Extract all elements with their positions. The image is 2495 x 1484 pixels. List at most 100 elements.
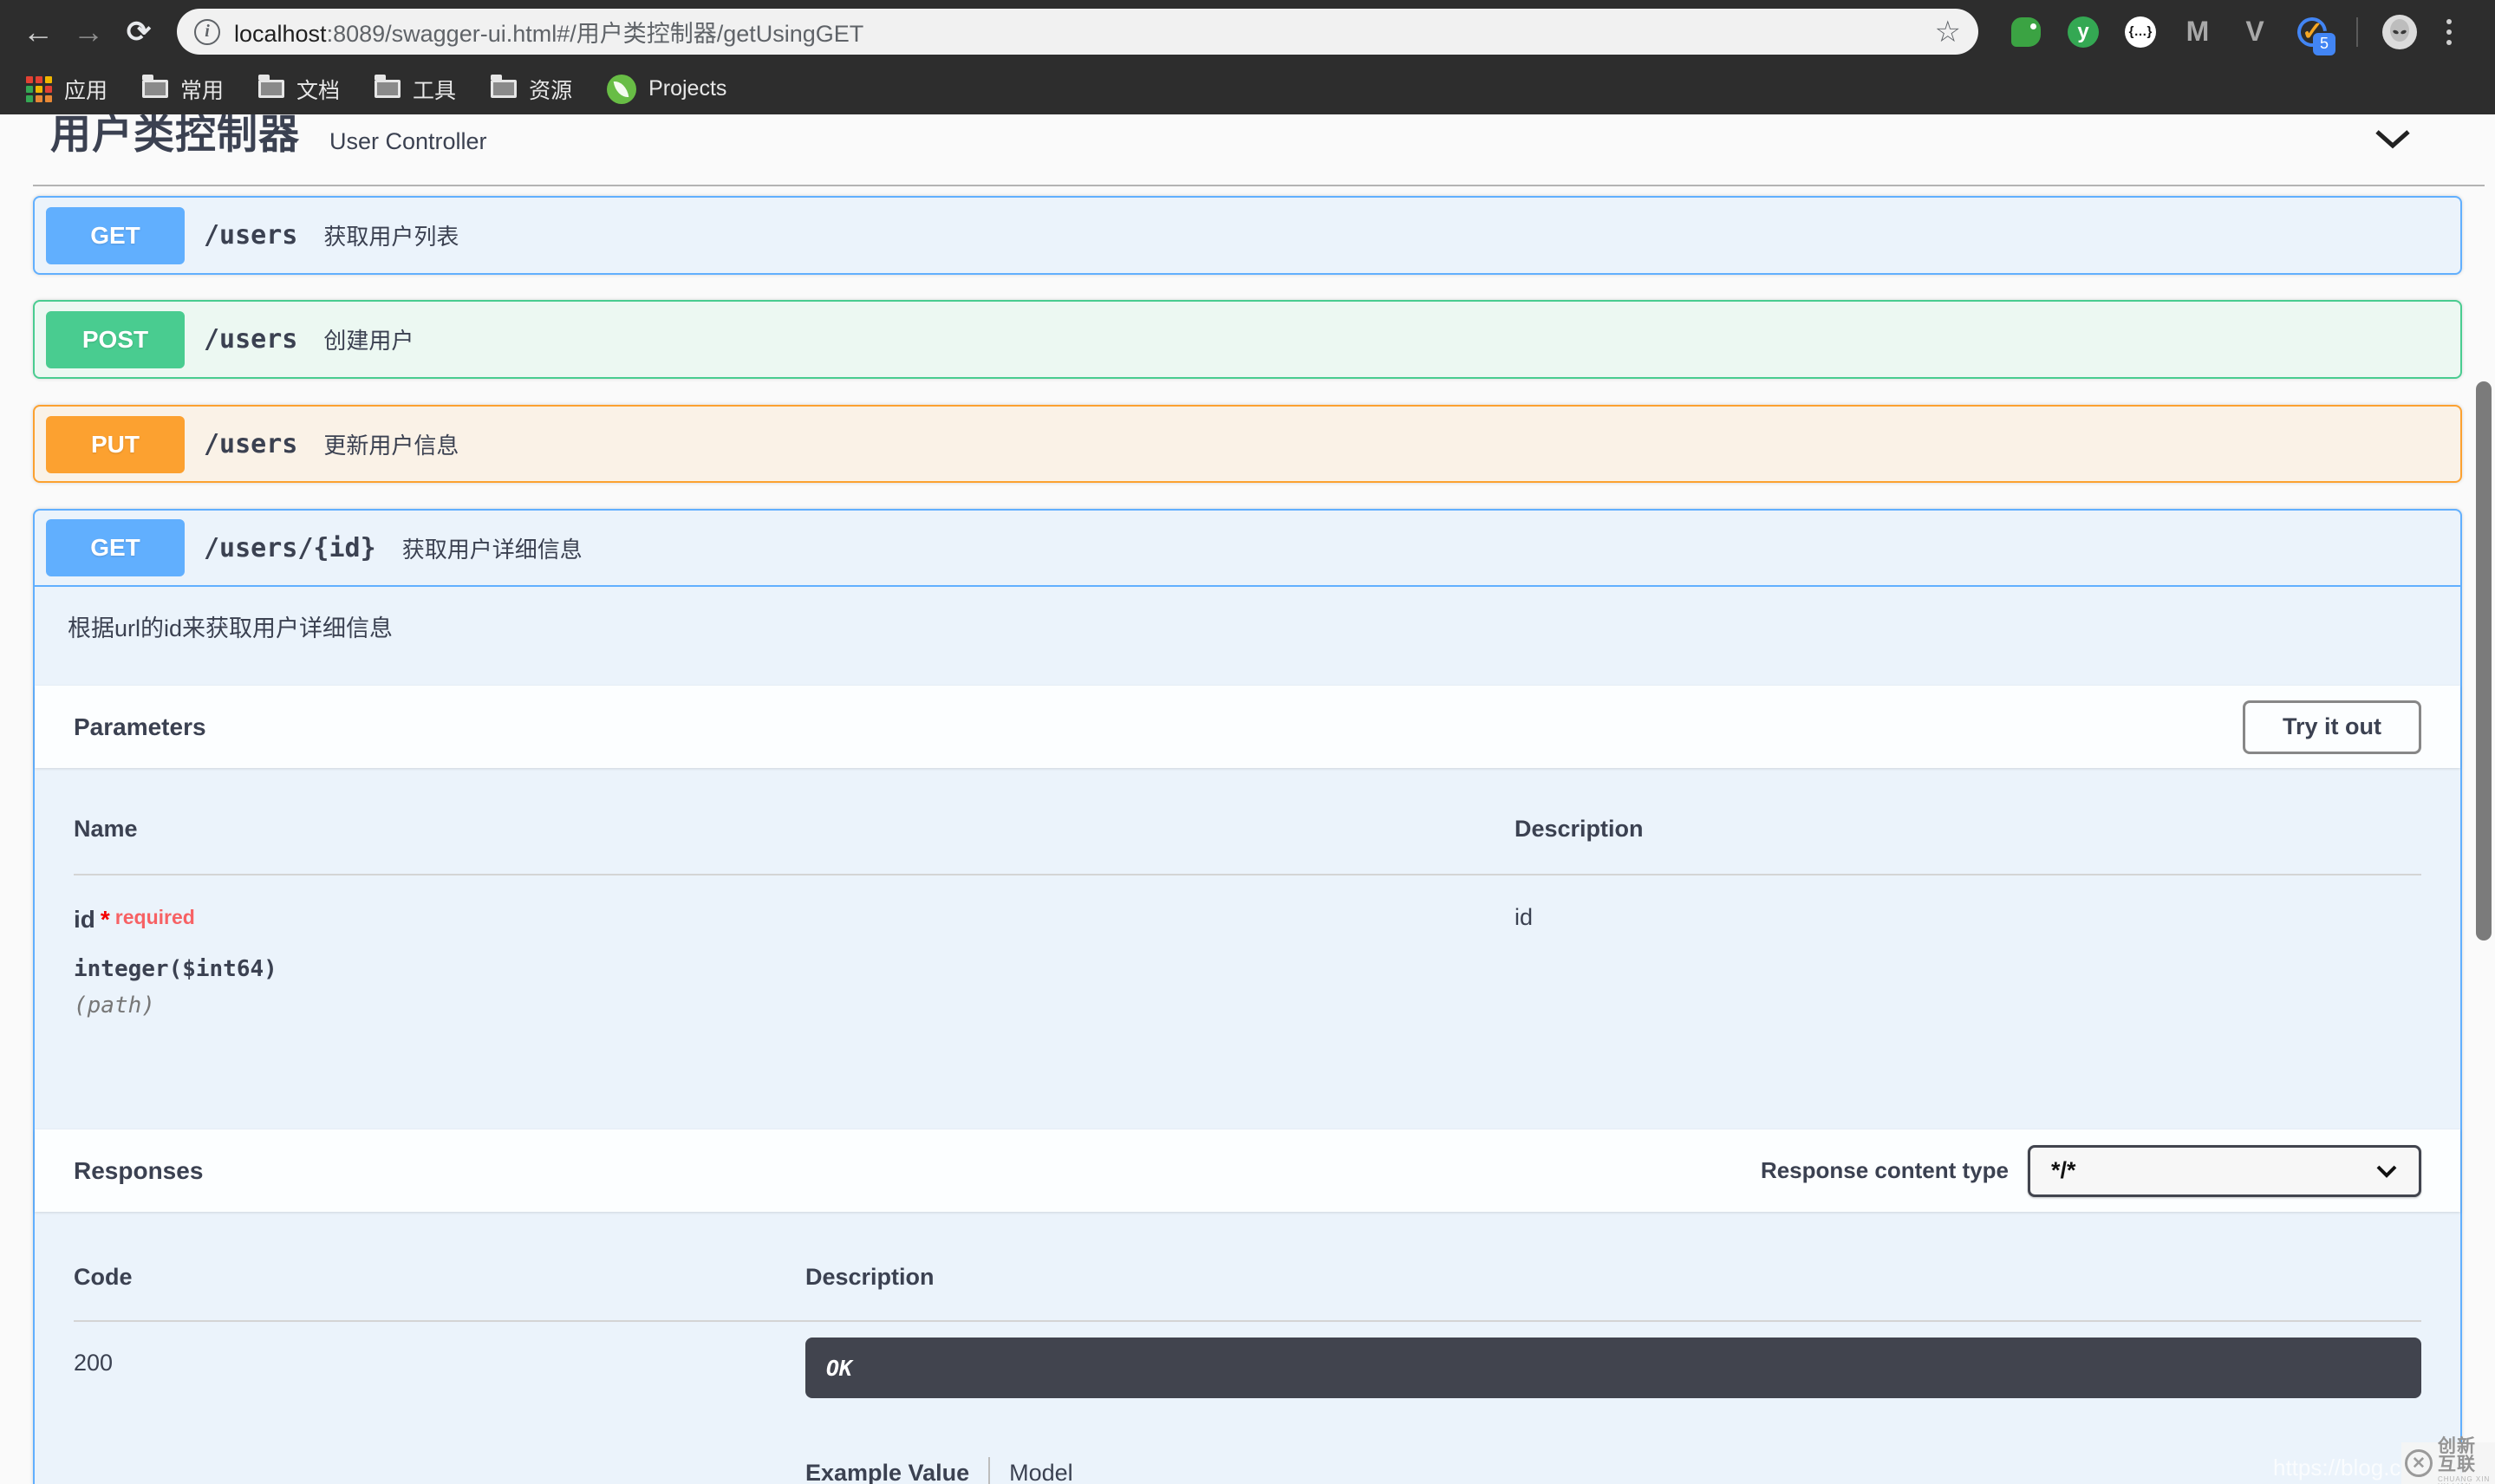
parameter-description: id	[1515, 901, 2421, 1019]
checker-extension-icon[interactable]: ✓ 5	[2296, 16, 2329, 49]
tag-divider	[33, 185, 2485, 186]
y-extension-icon[interactable]: y	[2067, 16, 2100, 49]
responses-section-header: Responses Response content type */*	[35, 1129, 2460, 1212]
bookmark-folder-ziyuan[interactable]: 资源	[491, 74, 572, 105]
folder-icon	[258, 80, 284, 98]
required-asterisk: *	[101, 906, 110, 933]
endpoint-summary: 获取用户列表	[323, 219, 459, 251]
bookmark-label: 工具	[413, 74, 456, 105]
responses-table: Code Description 200 OK Example Value Mo…	[35, 1212, 2460, 1484]
bookmark-folder-changyong[interactable]: 常用	[142, 74, 224, 105]
method-badge-put: PUT	[46, 416, 185, 473]
swagger-page: 用户类控制器 User Controller GET /users 获取用户列表…	[0, 114, 2495, 1484]
required-label: required	[115, 906, 195, 928]
bookmark-label: 文档	[296, 74, 340, 105]
bookmark-label: 应用	[64, 74, 107, 105]
tag-title: 用户类控制器	[50, 114, 300, 160]
response-description-box: OK	[805, 1338, 2421, 1398]
spring-leaf-icon	[607, 75, 636, 104]
response-code: 200	[74, 1338, 805, 1398]
tab-model[interactable]: Model	[1009, 1460, 1073, 1484]
url-host: localhost	[234, 21, 327, 47]
method-badge-get: GET	[46, 519, 185, 576]
page-scrollbar-thumb[interactable]	[2476, 381, 2492, 941]
reload-icon[interactable]: ⟳	[120, 13, 158, 51]
profile-avatar[interactable]	[2382, 15, 2417, 49]
extensions-row: y {…} M V ✓ 5	[2010, 15, 2474, 49]
response-content-type-select[interactable]: */*	[2028, 1145, 2421, 1197]
chevron-down-icon	[2375, 1164, 2398, 1178]
opblock-header-get-users[interactable]: GET /users 获取用户列表	[35, 198, 2460, 273]
url-text: localhost:8089/swagger-ui.html#/用户类控制器/g…	[234, 15, 863, 49]
extension-badge: 5	[2313, 33, 2335, 55]
tab-example-value[interactable]: Example Value	[805, 1460, 969, 1484]
opblock-put-users: PUT /users 更新用户信息	[33, 405, 2462, 483]
response-tabs: Example Value Model	[74, 1455, 2421, 1484]
folder-icon	[491, 80, 517, 98]
evernote-extension-icon[interactable]	[2010, 16, 2042, 49]
opblock-get-users: GET /users 获取用户列表	[33, 196, 2462, 275]
url-path: :8089/swagger-ui.html#/用户类控制器/getUsingGE…	[327, 21, 864, 47]
forward-icon[interactable]: →	[69, 13, 107, 51]
method-badge-get: GET	[46, 207, 185, 264]
vue-devtools-extension-icon[interactable]: V	[2238, 16, 2271, 49]
endpoint-summary: 创建用户	[323, 323, 414, 355]
endpoint-summary: 获取用户详细信息	[402, 532, 583, 564]
bookmark-star-icon[interactable]: ☆	[1935, 17, 1961, 47]
method-badge-post: POST	[46, 311, 185, 368]
response-content-type-label: Response content type	[1761, 1157, 2009, 1184]
endpoint-path: /users	[204, 429, 297, 459]
param-name-header: Name	[74, 811, 1515, 846]
parameters-table: Name Description id*required integer($in…	[35, 768, 2460, 1019]
response-row-200: 200 OK	[74, 1338, 2421, 1398]
opblock-post-users: POST /users 创建用户	[33, 300, 2462, 379]
bookmark-label: Projects	[648, 76, 726, 101]
endpoint-summary: 更新用户信息	[323, 428, 459, 460]
alien-avatar-icon	[2385, 17, 2414, 47]
bookmark-projects[interactable]: Projects	[607, 75, 726, 104]
opblock-header-get-users-id[interactable]: GET /users/{id} 获取用户详细信息	[35, 511, 2460, 587]
back-icon[interactable]: ←	[19, 13, 57, 51]
watermark-logo: ✕ 创新互联 CHUANG XIN HU LIAN	[2401, 1442, 2495, 1484]
try-it-out-button[interactable]: Try it out	[2243, 700, 2421, 754]
folder-icon	[375, 80, 401, 98]
toolbar-separator	[2356, 17, 2358, 47]
selected-content-type: */*	[2051, 1157, 2076, 1184]
responses-title: Responses	[74, 1157, 203, 1185]
address-bar[interactable]: i localhost:8089/swagger-ui.html#/用户类控制器…	[177, 9, 1978, 55]
parameter-row: id*required integer($int64) (path) id	[74, 875, 2421, 1019]
table-divider	[74, 1320, 2421, 1322]
folder-icon	[142, 80, 168, 98]
site-info-icon[interactable]: i	[194, 19, 220, 45]
apps-grid-icon	[26, 76, 52, 102]
param-description-header: Description	[1515, 811, 2421, 846]
endpoint-path: /users/{id}	[204, 533, 376, 563]
json-formatter-extension-icon[interactable]: {…}	[2124, 16, 2157, 49]
parameter-name: id*required	[74, 901, 1515, 935]
browser-menu-icon[interactable]	[2446, 19, 2452, 45]
bookmark-label: 常用	[180, 74, 224, 105]
endpoint-path: /users	[204, 324, 297, 355]
opblock-header-put-users[interactable]: PUT /users 更新用户信息	[35, 407, 2460, 482]
opblock-header-post-users[interactable]: POST /users 创建用户	[35, 302, 2460, 377]
operation-description: 根据url的id来获取用户详细信息	[68, 613, 2460, 644]
endpoint-path: /users	[204, 220, 297, 251]
tab-separator	[988, 1457, 990, 1484]
bookmarks-bar: 应用 常用 文档 工具 资源 Projects	[0, 63, 2495, 114]
response-description-header: Description	[805, 1259, 2421, 1294]
watermark-brand-sub: CHUANG XIN HU LIAN	[2438, 1476, 2492, 1484]
m-shield-extension-icon[interactable]: M	[2181, 16, 2214, 49]
parameter-location: (path)	[74, 993, 1515, 1019]
watermark-brand: 创新互联	[2438, 1437, 2492, 1474]
bookmark-label: 资源	[529, 74, 572, 105]
tag-collapse-button[interactable]	[2374, 128, 2412, 155]
bookmark-apps[interactable]: 应用	[26, 74, 107, 105]
bookmark-folder-gongju[interactable]: 工具	[375, 74, 456, 105]
chevron-down-icon	[2374, 128, 2412, 151]
parameters-title: Parameters	[74, 713, 206, 741]
parameter-type: integer($int64)	[74, 956, 1515, 982]
tag-subtitle: User Controller	[329, 128, 487, 155]
response-code-header: Code	[74, 1259, 805, 1294]
bookmark-folder-wendang[interactable]: 文档	[258, 74, 340, 105]
tag-section-header: 用户类控制器 User Controller	[0, 114, 2495, 186]
